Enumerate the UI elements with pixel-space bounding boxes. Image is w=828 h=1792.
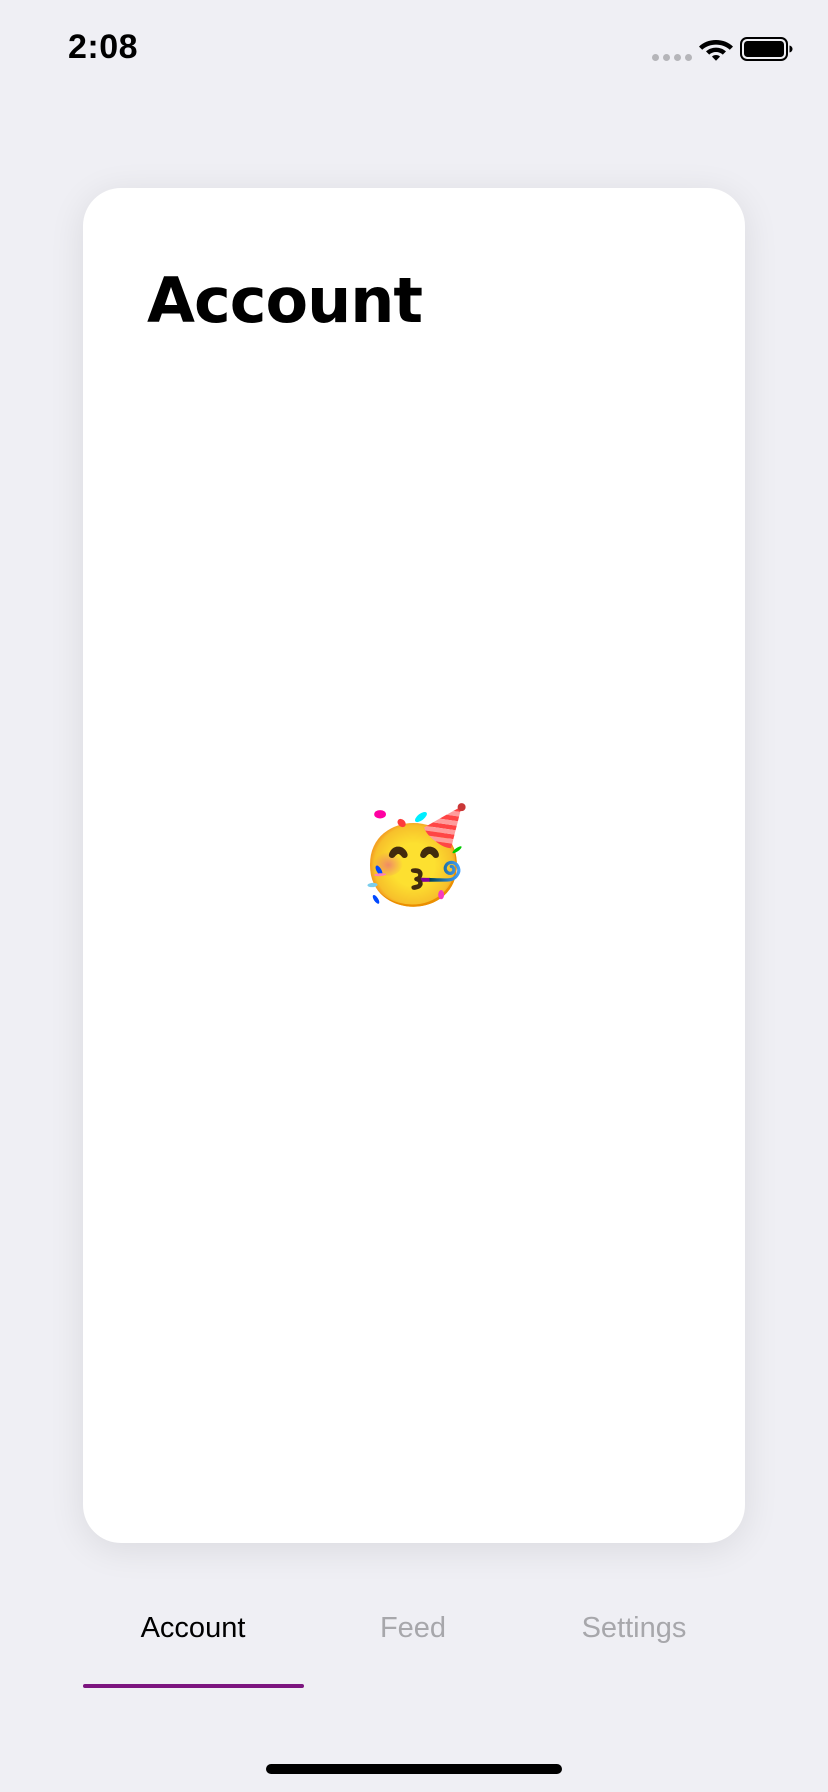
account-card: Account 🥳 [83,188,745,1543]
page-title: Account [147,264,423,337]
cellular-signal-icon [652,54,692,61]
home-indicator[interactable] [266,1764,562,1774]
tab-settings[interactable]: Settings [524,1600,744,1656]
party-face-emoji: 🥳 [356,805,472,907]
status-time: 2:08 [68,28,139,66]
tab-feed[interactable]: Feed [303,1600,523,1656]
tab-selection-indicator [83,1684,304,1688]
wifi-icon [699,40,733,61]
tab-bar: Account Feed Settings [83,1600,745,1690]
status-bar: 2:08 [0,0,828,100]
battery-icon [740,37,793,61]
tab-account[interactable]: Account [83,1600,303,1656]
